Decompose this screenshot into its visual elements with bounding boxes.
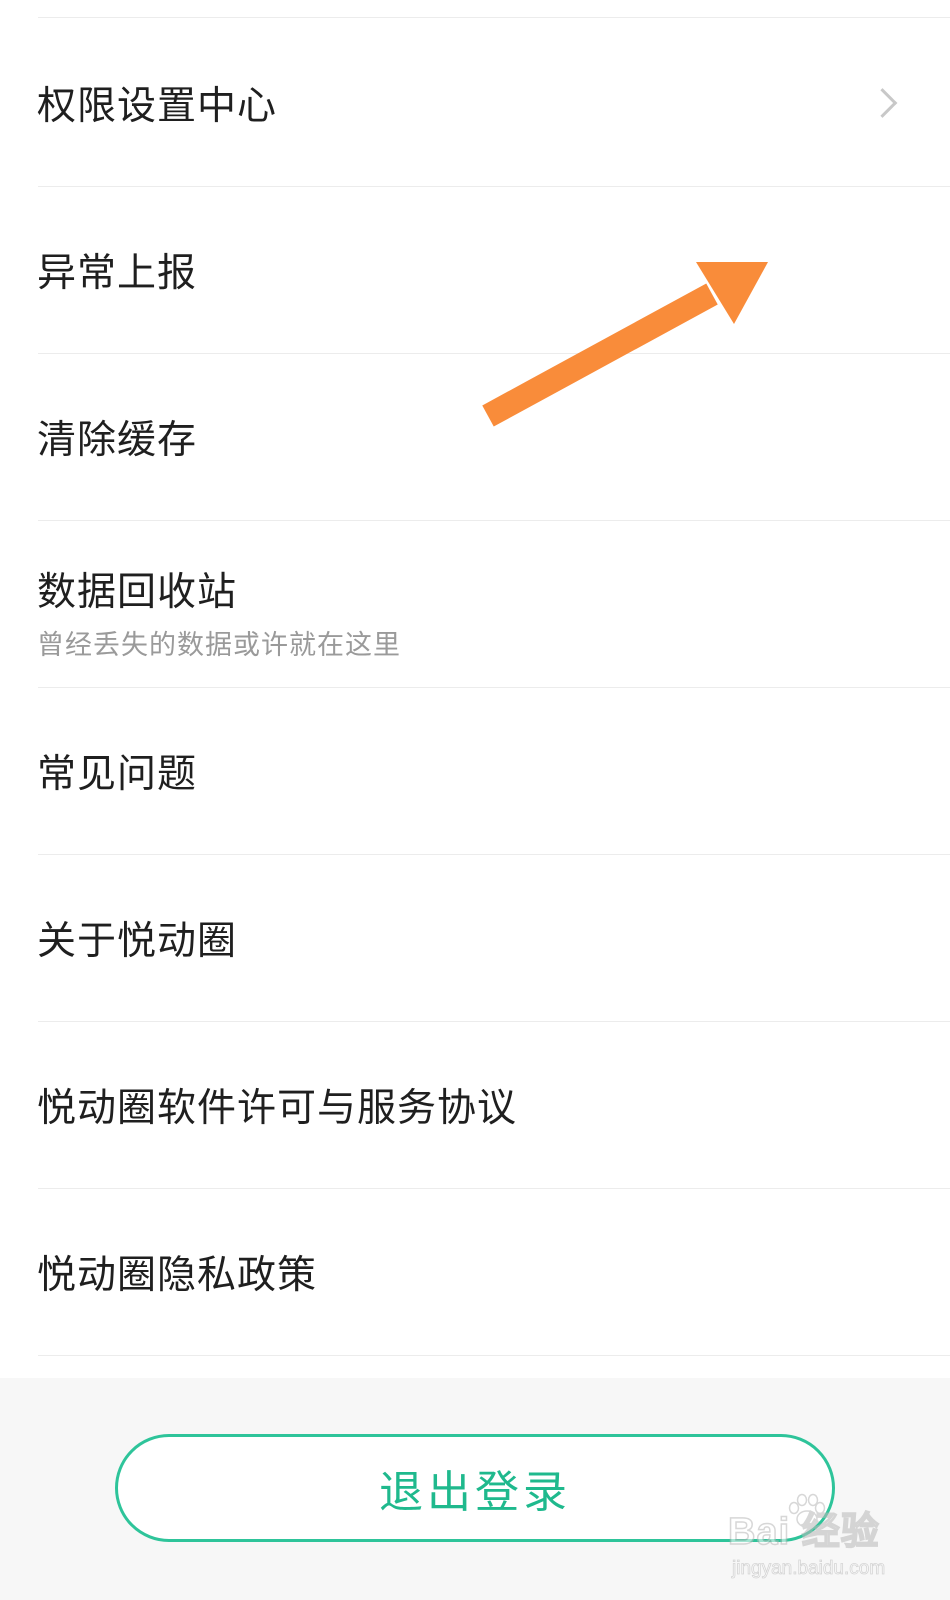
settings-item-label: 常见问题 <box>37 751 198 797</box>
watermark-brand: Bai 经验 <box>727 1510 880 1554</box>
settings-item-faq[interactable]: 常见问题 <box>0 686 950 855</box>
watermark: Bai 经验 jingyan.baidu.com <box>727 1493 928 1590</box>
settings-item-label: 权限设置中心 <box>37 83 278 129</box>
settings-item-about[interactable]: 关于悦动圈 <box>0 853 950 1022</box>
logout-button-label: 退出登录 <box>379 1467 571 1518</box>
settings-item-label: 悦动圈隐私政策 <box>37 1252 318 1298</box>
settings-item-label: 悦动圈软件许可与服务协议 <box>37 1085 518 1131</box>
settings-item-error-report[interactable]: 异常上报 <box>0 185 950 354</box>
settings-item-license-agreement[interactable]: 悦动圈软件许可与服务协议 <box>0 1020 950 1189</box>
settings-item-privacy-policy[interactable]: 悦动圈隐私政策 <box>0 1187 950 1356</box>
settings-list: 权限设置中心 异常上报 清除缓存 数据回收站 曾经丢失的数据或许就在这里 常见问… <box>0 0 950 1378</box>
watermark-url: jingyan.baidu.com <box>732 1558 886 1580</box>
settings-item-label: 清除缓存 <box>37 417 198 463</box>
settings-screen: 权限设置中心 异常上报 清除缓存 数据回收站 曾经丢失的数据或许就在这里 常见问… <box>0 0 950 1600</box>
settings-item-sublabel: 曾经丢失的数据或许就在这里 <box>37 630 401 661</box>
chevron-right-icon <box>867 87 898 118</box>
settings-item-clear-cache[interactable]: 清除缓存 <box>0 352 950 521</box>
settings-item-label: 关于悦动圈 <box>37 918 238 964</box>
settings-item-recycle-bin[interactable]: 数据回收站 曾经丢失的数据或许就在这里 <box>0 519 950 688</box>
settings-item-permission-center[interactable]: 权限设置中心 <box>0 18 950 187</box>
settings-item-label: 数据回收站 <box>37 570 238 615</box>
settings-item-label: 异常上报 <box>37 250 198 296</box>
logout-button[interactable]: 退出登录 <box>115 1434 835 1542</box>
arrow-annotation-icon <box>482 262 768 427</box>
